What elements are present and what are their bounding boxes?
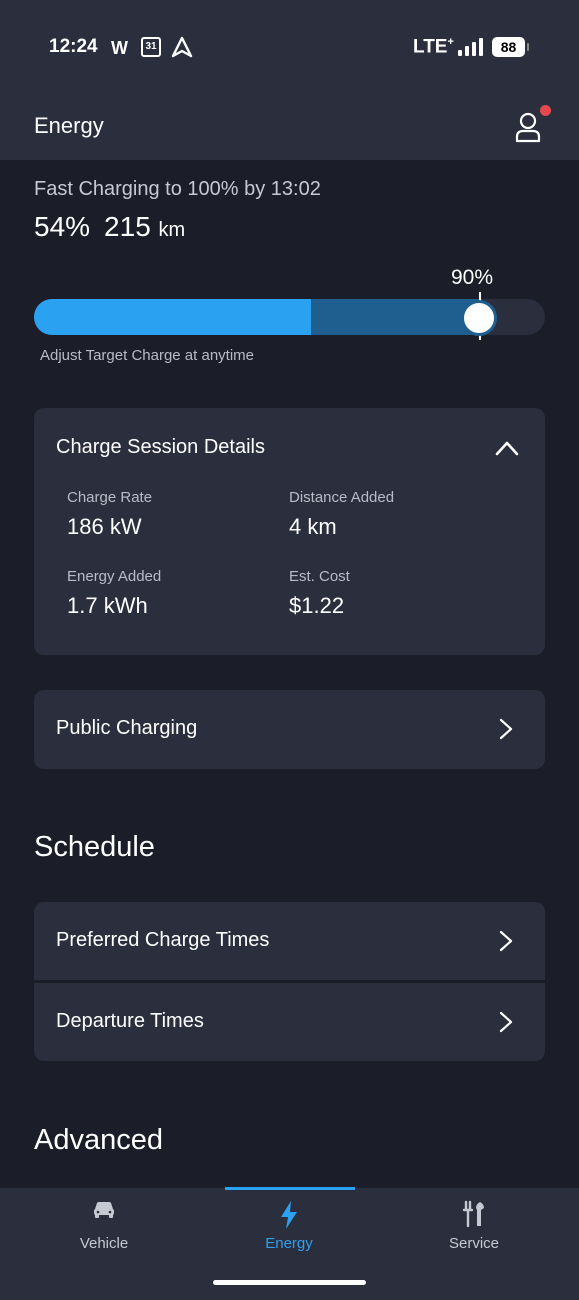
page-title: Energy	[34, 113, 104, 138]
range-value: 215	[104, 211, 151, 242]
schedule-heading: Schedule	[34, 831, 155, 863]
tab-service-label: Service	[448, 1235, 500, 1252]
network-type: LTE+	[413, 36, 454, 58]
profile-icon[interactable]	[513, 110, 545, 144]
home-indicator[interactable]	[213, 1280, 366, 1285]
chevron-up-icon[interactable]	[495, 440, 519, 456]
notification-w-icon: W	[111, 38, 128, 58]
calendar-icon: 31	[141, 37, 161, 57]
network-plus: +	[447, 36, 454, 48]
distance-added-value: 4 km	[289, 514, 337, 539]
charge-current-fill	[34, 299, 311, 335]
range-unit: km	[158, 219, 186, 241]
car-icon	[94, 1202, 114, 1218]
tab-energy[interactable]: Energy	[219, 1188, 359, 1268]
network-label: LTE	[413, 36, 448, 58]
est-cost-label: Est. Cost	[289, 568, 350, 585]
status-time: 12:24	[49, 36, 98, 57]
navigation-icon	[171, 36, 193, 58]
battery-icon: 88	[492, 37, 529, 57]
departure-times-row[interactable]: Departure Times	[34, 983, 545, 1061]
slider-hint: Adjust Target Charge at anytime	[40, 347, 255, 364]
charging-status-text: Fast Charging to 100% by 13:02	[34, 178, 321, 200]
distance-added-label: Distance Added	[289, 489, 395, 506]
charge-slider-handle[interactable]	[461, 300, 497, 336]
departure-times-label: Departure Times	[56, 1010, 204, 1032]
advanced-heading: Advanced	[34, 1124, 163, 1156]
preferred-charge-times-label: Preferred Charge Times	[56, 929, 270, 951]
tools-icon	[462, 1200, 484, 1228]
charge-rate-value: 186 kW	[67, 514, 142, 539]
charge-session-card: Charge Session Details Charge Rate 186 k…	[34, 408, 545, 655]
tab-energy-label: Energy	[265, 1235, 313, 1252]
signal-icon	[458, 38, 483, 56]
battery-percent: 54%	[34, 211, 91, 242]
session-title[interactable]: Charge Session Details	[56, 436, 265, 459]
charge-rate-label: Charge Rate	[67, 489, 153, 506]
tab-vehicle-label: Vehicle	[79, 1235, 129, 1252]
public-charging-row[interactable]: Public Charging	[34, 690, 545, 769]
est-cost-value: $1.22	[289, 593, 345, 618]
tab-service[interactable]: Service	[404, 1188, 544, 1268]
public-charging-label: Public Charging	[56, 717, 198, 739]
lightning-bolt-icon	[281, 1201, 297, 1229]
energy-added-value: 1.7 kWh	[67, 593, 148, 618]
charge-metrics: 54% 215 km	[34, 211, 185, 243]
energy-added-label: Energy Added	[67, 568, 162, 585]
notification-dot	[540, 105, 551, 116]
chevron-right-icon	[499, 930, 513, 952]
target-charge-label: 90%	[451, 266, 494, 289]
chevron-right-icon	[499, 718, 513, 740]
preferred-charge-times-row[interactable]: Preferred Charge Times	[34, 902, 545, 980]
chevron-right-icon	[499, 1011, 513, 1033]
status-bar: 12:24 W 31 LTE+ 88	[0, 0, 579, 95]
tab-vehicle[interactable]: Vehicle	[34, 1188, 174, 1268]
